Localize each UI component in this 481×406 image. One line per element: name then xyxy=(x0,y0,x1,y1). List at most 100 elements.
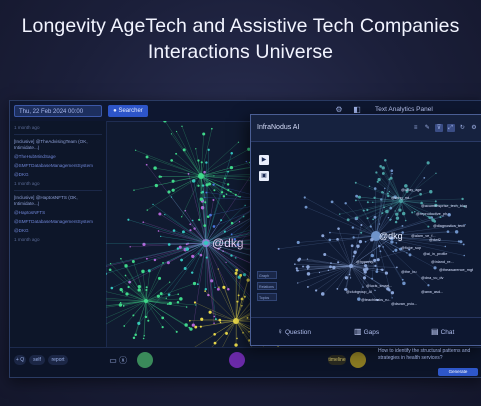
graph-node[interactable] xyxy=(197,184,200,187)
graph-node[interactable] xyxy=(162,261,164,264)
graph-node[interactable] xyxy=(390,291,395,295)
graph-node[interactable] xyxy=(213,189,216,192)
graph-node[interactable] xyxy=(192,281,197,286)
graph-node[interactable] xyxy=(181,125,183,128)
graph-node[interactable] xyxy=(129,246,131,248)
graph-node[interactable] xyxy=(297,282,299,284)
graph-node[interactable] xyxy=(459,240,463,244)
graph-node[interactable] xyxy=(132,336,136,340)
graph-node[interactable] xyxy=(463,254,465,257)
graph-node[interactable] xyxy=(239,273,243,277)
graph-node[interactable] xyxy=(384,271,388,275)
graph-hub-node[interactable] xyxy=(349,264,353,268)
graph-node[interactable] xyxy=(238,221,241,223)
graph-node-label[interactable]: @reproductive_ph... xyxy=(416,212,450,216)
graph-node[interactable] xyxy=(152,203,154,206)
graph-node[interactable] xyxy=(439,216,442,219)
graph-node[interactable] xyxy=(119,301,122,304)
graph-node[interactable] xyxy=(362,286,364,288)
graph-node[interactable] xyxy=(392,250,395,253)
graph-node[interactable] xyxy=(213,315,216,318)
graph-node[interactable] xyxy=(164,213,166,216)
tab-chat[interactable]: ▤ Chat xyxy=(431,327,454,336)
graph-node[interactable] xyxy=(214,286,216,289)
graph-node[interactable] xyxy=(204,290,206,292)
graph-node[interactable] xyxy=(145,155,149,159)
graph-node[interactable] xyxy=(185,243,188,246)
graph-node[interactable] xyxy=(127,285,130,289)
graph-node[interactable] xyxy=(223,177,226,180)
graph-node-label[interactable]: @ai_in_profile xyxy=(423,252,447,256)
graph-node[interactable] xyxy=(213,175,215,177)
graph-node[interactable] xyxy=(189,327,193,331)
graph-node[interactable] xyxy=(137,285,141,289)
graph-node[interactable] xyxy=(306,268,309,270)
graph-node-label[interactable]: @inland_re... xyxy=(431,260,454,264)
graph-node[interactable] xyxy=(220,191,224,194)
graph-node[interactable] xyxy=(353,250,357,254)
graph-node[interactable] xyxy=(179,297,183,301)
infranodus-graph[interactable]: @dnay_age @wing_mt... @acumensprise_tech_b… xyxy=(251,141,481,317)
list-icon[interactable]: ≡ xyxy=(412,124,420,132)
graph-node[interactable] xyxy=(306,265,310,269)
graph-node[interactable] xyxy=(423,177,426,179)
graph-node[interactable] xyxy=(212,225,216,228)
refresh-icon[interactable]: ↻ xyxy=(458,124,466,132)
graph-node[interactable] xyxy=(197,159,200,162)
graph-node[interactable] xyxy=(226,183,230,186)
graph-node[interactable] xyxy=(167,190,171,194)
graph-node[interactable] xyxy=(127,218,130,221)
graph-node[interactable] xyxy=(158,212,162,216)
graph-node[interactable] xyxy=(175,130,178,133)
graph-node[interactable] xyxy=(355,199,357,202)
graph-node[interactable] xyxy=(368,185,371,188)
graph-node[interactable] xyxy=(297,258,301,262)
graph-node[interactable] xyxy=(364,264,368,268)
graph-node[interactable] xyxy=(230,233,233,236)
graph-node[interactable] xyxy=(230,151,233,155)
graph-node[interactable] xyxy=(360,231,363,234)
graph-hub-node[interactable] xyxy=(198,173,204,179)
graph-node[interactable] xyxy=(159,292,163,296)
graph-node[interactable] xyxy=(147,319,150,322)
graph-node[interactable] xyxy=(190,271,194,274)
graph-node[interactable] xyxy=(354,181,357,184)
graph-node[interactable] xyxy=(235,257,237,259)
post-mention[interactable]: @HaptosNFTS xyxy=(14,210,102,216)
graph-node[interactable] xyxy=(234,271,238,275)
graph-node[interactable] xyxy=(411,211,414,214)
graph-node[interactable] xyxy=(427,225,430,228)
graph-node[interactable] xyxy=(168,301,172,305)
post-handle[interactable]: @SMFTDatabaseManagementSystem xyxy=(14,163,102,169)
tab-gaps[interactable]: ▥ Gaps xyxy=(354,327,379,336)
graph-node[interactable] xyxy=(426,161,430,165)
toggle-pill[interactable]: + Q xyxy=(14,355,26,365)
graph-node[interactable] xyxy=(364,240,367,243)
graph-node[interactable] xyxy=(243,295,246,298)
graph-node-label[interactable]: @lucis_smart... xyxy=(366,284,392,288)
graph-center-label[interactable]: @dkg xyxy=(212,236,244,250)
graph-node[interactable] xyxy=(391,297,393,299)
graph-node[interactable] xyxy=(376,180,379,183)
list-item[interactable]: [Inclusive] @HaptosNFTS (OK, Intimidate.… xyxy=(10,191,106,243)
graph-node[interactable] xyxy=(145,286,148,289)
graph-node[interactable] xyxy=(196,283,199,286)
graph-node[interactable] xyxy=(168,281,171,283)
graph-node[interactable] xyxy=(381,268,384,272)
graph-node[interactable] xyxy=(170,133,173,135)
post-tag[interactable]: @DKG xyxy=(14,228,102,234)
graph-node[interactable] xyxy=(277,247,280,250)
graph-hub-node[interactable] xyxy=(144,299,148,303)
graph-node[interactable] xyxy=(195,148,197,150)
graph-node[interactable] xyxy=(170,159,174,162)
graph-node[interactable] xyxy=(306,258,309,260)
graph-node-label[interactable]: @anw_asd... xyxy=(421,290,443,294)
graph-node[interactable] xyxy=(408,253,412,257)
graph-node[interactable] xyxy=(133,189,135,191)
graph-node[interactable] xyxy=(205,161,208,164)
graph-node[interactable] xyxy=(163,121,167,123)
graph-node[interactable] xyxy=(217,268,219,270)
graph-node[interactable] xyxy=(346,218,350,222)
generate-button[interactable]: Generate xyxy=(438,368,478,376)
graph-node[interactable] xyxy=(372,218,375,221)
